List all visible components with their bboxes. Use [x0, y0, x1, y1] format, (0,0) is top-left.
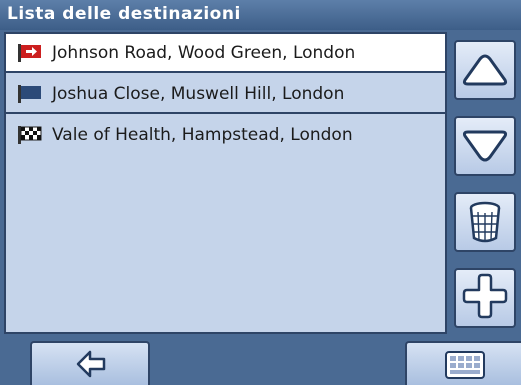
destination-label: Joshua Close, Muswell Hill, London: [52, 84, 345, 104]
destination-list: Johnson Road, Wood Green, London Joshua …: [4, 32, 447, 334]
keyboard-button[interactable]: [405, 341, 521, 385]
list-item[interactable]: Johnson Road, Wood Green, London: [6, 34, 445, 73]
scroll-up-icon: [462, 54, 508, 86]
blue-flag-icon: [18, 85, 41, 103]
destination-label: Johnson Road, Wood Green, London: [52, 43, 356, 63]
checkered-flag-icon: [18, 126, 42, 144]
page-title: Lista delle destinazioni: [7, 4, 241, 24]
keyboard-icon: [445, 351, 485, 379]
title-bar: Lista delle destinazioni: [0, 0, 521, 30]
add-icon: [462, 273, 508, 319]
scroll-down-button[interactable]: [454, 116, 516, 176]
back-arrow-icon: [76, 350, 106, 378]
back-button[interactable]: [30, 341, 150, 385]
add-button[interactable]: [454, 268, 516, 328]
red-arrow-flag-icon: [18, 44, 41, 62]
list-item[interactable]: Joshua Close, Muswell Hill, London: [6, 75, 445, 114]
delete-button[interactable]: [454, 192, 516, 252]
trash-icon: [469, 201, 501, 243]
scroll-up-button[interactable]: [454, 40, 516, 100]
destination-label: Vale of Health, Hampstead, London: [52, 125, 353, 145]
scroll-down-icon: [462, 130, 508, 162]
list-item[interactable]: Vale of Health, Hampstead, London: [6, 116, 445, 155]
